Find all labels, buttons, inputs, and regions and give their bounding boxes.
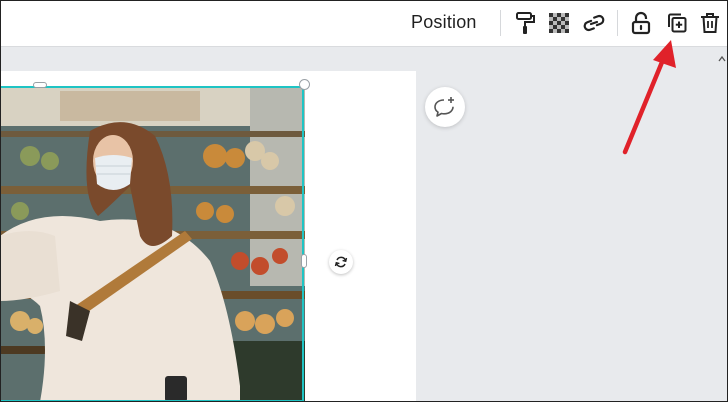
rotate-icon [334,256,348,268]
position-button[interactable]: Position [411,12,477,33]
resize-handle-top-right[interactable] [299,79,310,90]
duplicate-button[interactable] [663,9,691,37]
transparency-icon [549,13,569,33]
resize-handle-top[interactable] [33,82,47,88]
paint-roller-icon [516,12,535,34]
copy-style-button[interactable] [511,9,539,37]
comment-plus-icon [434,97,454,117]
toolbar-divider [500,10,501,36]
annotation-arrow [622,40,676,155]
trash-icon [701,13,719,33]
resize-handle-right[interactable] [301,254,307,268]
link-icon [583,14,605,32]
duplicate-icon [668,13,687,33]
transparency-button[interactable] [545,9,573,37]
photo-icon [0,86,305,402]
selected-photo[interactable] [0,86,305,402]
delete-button[interactable] [696,9,724,37]
scroll-up-arrow[interactable] [718,52,726,66]
lock-button[interactable] [627,9,655,37]
link-button[interactable] [580,9,608,37]
add-comment-button[interactable] [425,87,465,127]
toolbar-divider [617,10,618,36]
rotate-button[interactable] [329,250,353,274]
unlock-icon [631,11,651,35]
